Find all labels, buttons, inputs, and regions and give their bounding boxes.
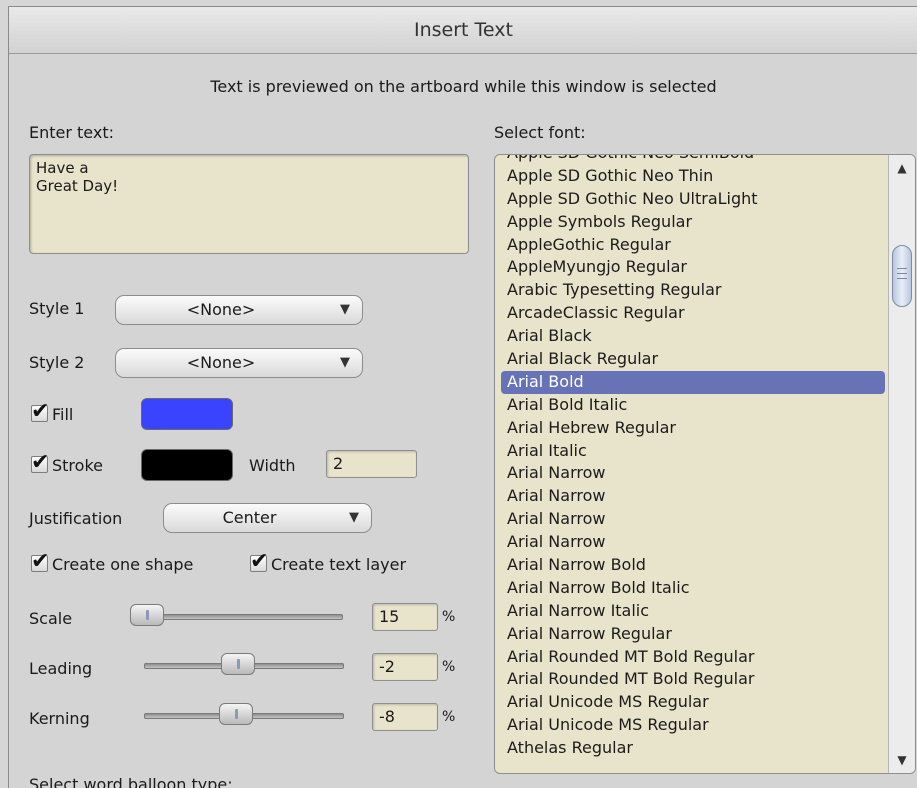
- create-one-shape-checkbox[interactable]: ✔: [31, 549, 49, 574]
- stroke-label: Stroke: [52, 456, 103, 475]
- leading-unit: %: [442, 659, 456, 675]
- font-list-item[interactable]: Apple SD Gothic Neo SemiBold: [495, 155, 887, 165]
- scroll-up-icon[interactable]: ▲: [891, 157, 913, 179]
- style1-dropdown[interactable]: <None> ▼: [115, 295, 363, 325]
- font-list-item[interactable]: Arial Narrow: [495, 508, 887, 531]
- window-title: Insert Text: [9, 7, 917, 54]
- style2-label: Style 2: [29, 353, 85, 372]
- kerning-value-input[interactable]: -8: [372, 703, 438, 731]
- chevron-down-icon: ▼: [349, 510, 359, 525]
- stroke-checkbox[interactable]: ✔: [31, 450, 49, 475]
- font-list-item-selected[interactable]: Arial Bold: [501, 370, 885, 394]
- font-list-item[interactable]: Arial Hebrew Regular: [495, 417, 887, 440]
- word-balloon-label: Select word balloon type:: [29, 775, 233, 788]
- scale-slider-thumb[interactable]: [130, 604, 164, 626]
- justification-value: Center: [222, 508, 277, 527]
- font-list-item[interactable]: Arial Unicode MS Regular: [495, 691, 887, 714]
- font-list-item[interactable]: Arial Black Regular: [495, 348, 887, 371]
- font-list-item[interactable]: Arial Narrow Regular: [495, 623, 887, 646]
- checkmark-icon: ✔: [31, 399, 50, 424]
- font-list-item[interactable]: AppleGothic Regular: [495, 234, 887, 257]
- font-list-item[interactable]: Arial Narrow Italic: [495, 600, 887, 623]
- checkmark-icon: ✔: [250, 549, 269, 574]
- enter-text-label: Enter text:: [29, 123, 114, 142]
- font-list-item[interactable]: Arial Narrow: [495, 485, 887, 508]
- font-list-item[interactable]: AppleMyungjo Regular: [495, 256, 887, 279]
- kerning-unit: %: [442, 709, 456, 725]
- font-list-item[interactable]: Arial Unicode MS Regular: [495, 714, 887, 737]
- create-text-layer-label: Create text layer: [271, 555, 407, 574]
- create-one-shape-label: Create one shape: [52, 555, 194, 574]
- stroke-width-label: Width: [249, 456, 296, 475]
- scale-slider-track[interactable]: [134, 614, 343, 620]
- preview-info-text: Text is previewed on the artboard while …: [210, 77, 717, 96]
- leading-label: Leading: [29, 659, 93, 678]
- font-list-item[interactable]: Apple SD Gothic Neo Thin: [495, 165, 887, 188]
- scroll-down-icon[interactable]: ▼: [891, 749, 913, 771]
- style1-label: Style 1: [29, 299, 85, 318]
- checkmark-icon: ✔: [31, 450, 50, 475]
- scrollbar-thumb[interactable]: [892, 245, 912, 307]
- leading-slider-thumb[interactable]: [221, 653, 255, 675]
- scale-label: Scale: [29, 609, 73, 628]
- scale-value-input[interactable]: 15: [372, 603, 438, 631]
- font-list-item[interactable]: Arial Narrow: [495, 531, 887, 554]
- select-font-label: Select font:: [494, 123, 586, 142]
- font-list-item[interactable]: Athelas Regular: [495, 737, 887, 760]
- fill-label: Fill: [52, 405, 74, 424]
- enter-text-input[interactable]: Have a Great Day!: [29, 154, 469, 254]
- font-list-item[interactable]: Apple Symbols Regular: [495, 211, 887, 234]
- font-list-item[interactable]: ArcadeClassic Regular: [495, 302, 887, 325]
- kerning-slider-thumb[interactable]: [219, 703, 253, 725]
- font-list-item[interactable]: Arial Bold Italic: [495, 394, 887, 417]
- font-list-item[interactable]: Arial Narrow Bold Italic: [495, 577, 887, 600]
- font-list-item[interactable]: Arial Italic: [495, 440, 887, 463]
- scale-unit: %: [442, 609, 456, 625]
- style1-value: <None>: [186, 300, 256, 319]
- font-list[interactable]: Apple SD Gothic Neo SemiBoldApple SD Got…: [494, 154, 916, 774]
- stroke-width-input[interactable]: 2: [326, 450, 417, 478]
- style2-value: <None>: [186, 353, 256, 372]
- checkmark-icon: ✔: [31, 549, 50, 574]
- font-list-item[interactable]: Arial Rounded MT Bold Regular: [495, 668, 887, 691]
- fill-color-swatch[interactable]: [141, 398, 233, 430]
- font-list-item[interactable]: Apple SD Gothic Neo UltraLight: [495, 188, 887, 211]
- font-list-item[interactable]: Arial Rounded MT Bold Regular: [495, 646, 887, 669]
- style2-dropdown[interactable]: <None> ▼: [115, 348, 363, 378]
- justification-dropdown[interactable]: Center ▼: [163, 503, 372, 533]
- font-list-item[interactable]: Arabic Typesetting Regular: [495, 279, 887, 302]
- chevron-down-icon: ▼: [340, 302, 350, 317]
- font-list-item[interactable]: Arial Black: [495, 325, 887, 348]
- leading-value-input[interactable]: -2: [372, 653, 438, 681]
- justification-label: Justification: [29, 509, 123, 528]
- insert-text-window: Insert Text Text is previewed on the art…: [8, 6, 917, 788]
- font-list-item[interactable]: Arial Narrow: [495, 462, 887, 485]
- fill-checkbox[interactable]: ✔: [31, 399, 49, 424]
- font-list-item[interactable]: Arial Narrow Bold: [495, 554, 887, 577]
- create-text-layer-checkbox[interactable]: ✔: [250, 549, 268, 574]
- chevron-down-icon: ▼: [340, 355, 350, 370]
- font-list-items: Apple SD Gothic Neo SemiBoldApple SD Got…: [495, 155, 887, 760]
- stroke-color-swatch[interactable]: [141, 449, 233, 481]
- kerning-label: Kerning: [29, 709, 90, 728]
- font-list-scrollbar[interactable]: ▲ ▼: [888, 155, 915, 773]
